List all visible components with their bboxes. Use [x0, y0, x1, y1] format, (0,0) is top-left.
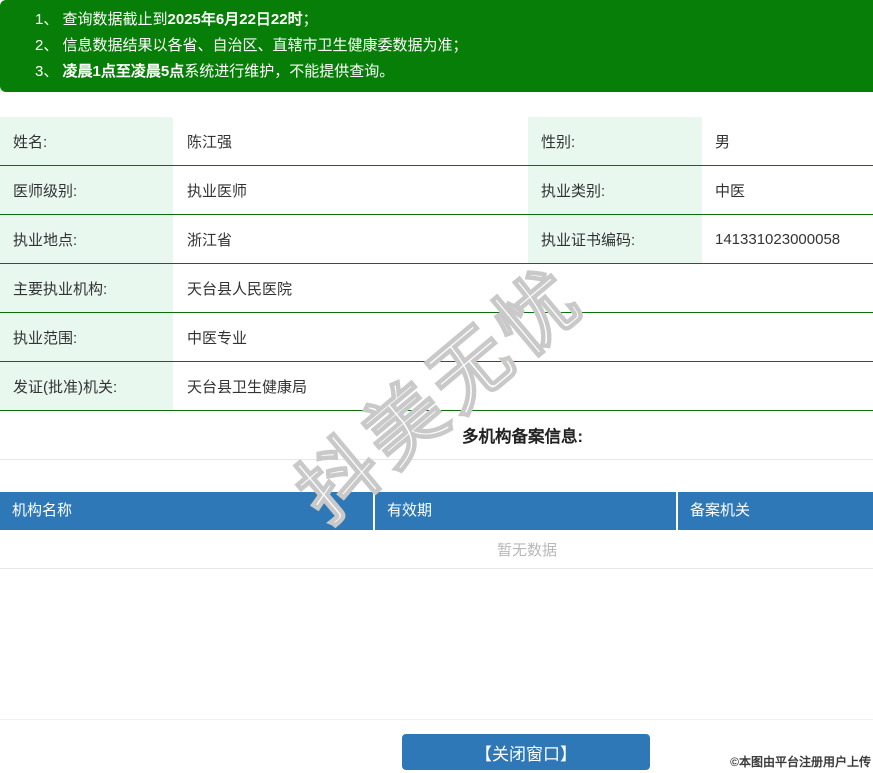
no-data-text: 暂无数据: [496, 541, 557, 559]
issuing-authority-label-cell: 发证(批准)机关:: [0, 362, 173, 410]
footer-divider: [0, 719, 873, 720]
info-row-issuing-authority: 发证(批准)机关: 天台县卫生健康局: [0, 362, 873, 411]
notice-line-2-text: 2、 信息数据结果以各省、自治区、直辖市卫生健康委数据为准；: [35, 37, 468, 54]
filing-header-filing-authority: 备案机关: [678, 492, 873, 530]
main-institution-label-cell: 主要执业机构:: [0, 264, 173, 312]
info-row-main-institution: 主要执业机构: 天台县人民医院: [0, 264, 873, 313]
gender-label-cell: 性别:: [528, 117, 702, 165]
notice-line-3: 3、 凌晨1点至凌晨5点系统进行维护，不能提供查询。: [35, 59, 863, 85]
notice-banner: 1、 查询数据截止到2025年6月22日22时； 2、 信息数据结果以各省、自治…: [0, 0, 873, 92]
practice-category-value: 中医: [715, 182, 746, 200]
info-row-location-certificate: 执业地点: 浙江省 执业证书编码: 141331023000058: [0, 215, 873, 264]
filing-header-institution-name: 机构名称: [0, 492, 375, 530]
notice-line-3-bold: 凌晨1点至凌晨5点: [62, 63, 185, 80]
issuing-authority-value: 天台县卫生健康局: [187, 378, 308, 396]
info-row-name-gender: 姓名: 陈江强 性别: 男: [0, 117, 873, 166]
doctor-query-result-page: 1、 查询数据截止到2025年6月22日22时； 2、 信息数据结果以各省、自治…: [0, 0, 873, 773]
filing-table-empty-row: 暂无数据: [0, 530, 873, 569]
info-row-level-category: 医师级别: 执业医师 执业类别: 中医: [0, 166, 873, 215]
certificate-number-label: 执业证书编码:: [541, 231, 636, 249]
practice-scope-label: 执业范围:: [13, 329, 78, 347]
name-value: 陈江强: [187, 133, 233, 151]
certificate-number-value: 141331023000058: [715, 230, 841, 248]
multi-institution-section-row: 多机构备案信息:: [0, 411, 873, 460]
practice-category-label: 执业类别:: [541, 182, 606, 200]
upload-stamp-text: ©本图由平台注册用户上传: [730, 755, 871, 769]
main-institution-value: 天台县人民医院: [187, 280, 293, 298]
main-institution-label: 主要执业机构:: [13, 280, 108, 298]
notice-line-1: 1、 查询数据截止到2025年6月22日22时；: [35, 7, 863, 33]
filing-table-header: 机构名称 有效期 备案机关: [0, 492, 873, 530]
doctor-level-value: 执业医师: [187, 182, 248, 200]
notice-line-3-text: 3、: [35, 63, 63, 80]
practice-scope-value: 中医专业: [187, 329, 248, 347]
gender-value: 男: [715, 133, 731, 151]
practice-category-label-cell: 执业类别:: [528, 166, 702, 214]
issuing-authority-label: 发证(批准)机关:: [13, 378, 118, 396]
certificate-number-label-cell: 执业证书编码:: [528, 215, 702, 263]
name-label: 姓名:: [13, 133, 48, 151]
name-label-cell: 姓名:: [0, 117, 173, 165]
notice-line-3-suffix: 系统进行维护，不能提供查询。: [184, 63, 395, 80]
notice-line-1-suffix: ；: [302, 11, 318, 28]
gender-label: 性别:: [541, 133, 576, 151]
doctor-level-label: 医师级别:: [13, 182, 78, 200]
practice-location-label-cell: 执业地点:: [0, 215, 173, 263]
practice-scope-label-cell: 执业范围:: [0, 313, 173, 361]
info-row-practice-scope: 执业范围: 中医专业: [0, 313, 873, 362]
doctor-info-table: 姓名: 陈江强 性别: 男 医师级别: 执业医师 执业类别: 中医 执业地点: …: [0, 117, 873, 460]
multi-institution-section-title: 多机构备案信息:: [462, 428, 583, 446]
notice-line-1-text: 1、 查询数据截止到: [35, 11, 168, 28]
filing-header-validity-period: 有效期: [375, 492, 678, 530]
practice-location-value: 浙江省: [187, 231, 233, 249]
notice-line-1-bold: 2025年6月22日22时: [167, 11, 303, 28]
doctor-level-label-cell: 医师级别:: [0, 166, 173, 214]
close-window-button[interactable]: 【关闭窗口】: [402, 734, 650, 770]
notice-line-2: 2、 信息数据结果以各省、自治区、直辖市卫生健康委数据为准；: [35, 33, 863, 59]
practice-location-label: 执业地点:: [13, 231, 78, 249]
